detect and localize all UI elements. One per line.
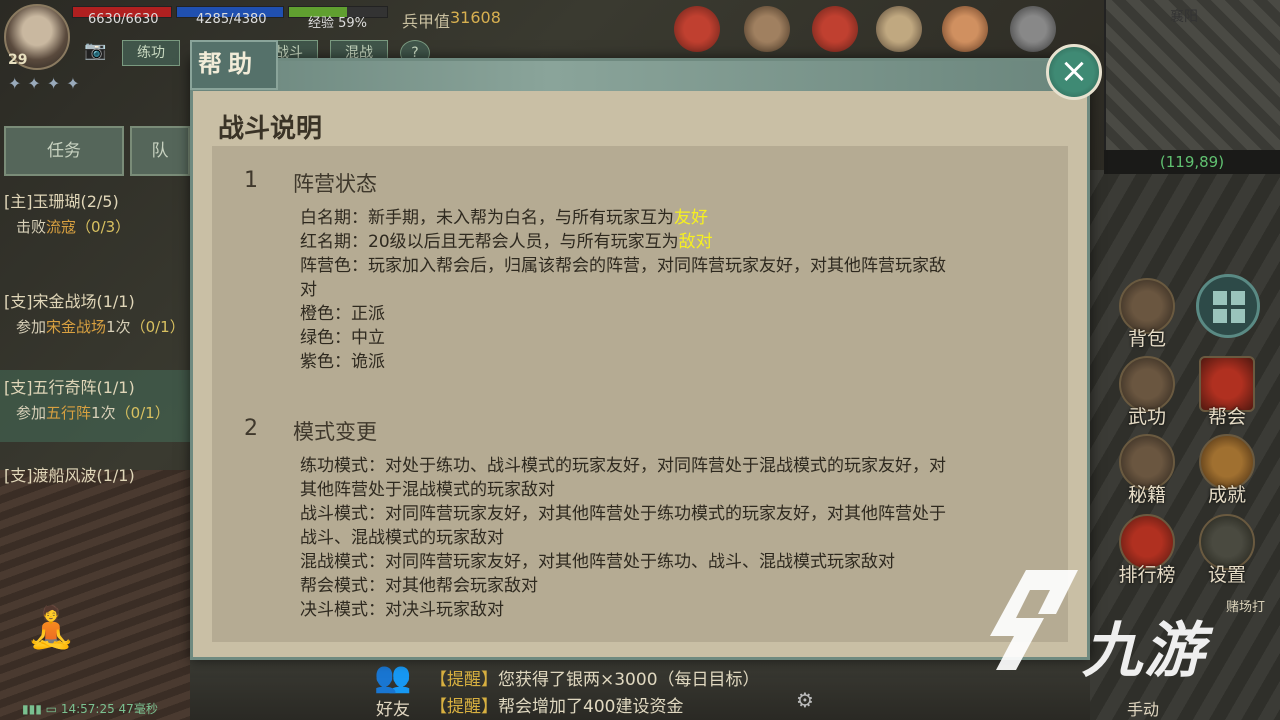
chat-log[interactable]: 【提醒】您获得了银两×3000（每日目标） 【提醒】帮会增加了400建设资金 bbox=[430, 665, 760, 719]
close-button[interactable]: × bbox=[1046, 44, 1102, 100]
secret-button[interactable]: 秘籍 bbox=[1112, 434, 1182, 507]
mp-text: 4285/4380 bbox=[196, 12, 267, 27]
meditate-icon[interactable]: 🧘 bbox=[26, 604, 78, 656]
friends-button[interactable]: 👥 好友 bbox=[368, 660, 418, 720]
section-body: 练功模式：对处于练功、战斗模式的玩家友好，对同阵营处于混战模式的玩家友好，对 其… bbox=[300, 456, 946, 620]
clock: 14:57:25 bbox=[60, 702, 115, 716]
chat-settings-gear-icon[interactable]: ⚙ bbox=[796, 688, 814, 712]
task-sub: 参加宋金战场1次（0/1） bbox=[16, 318, 185, 336]
task-title: [支]渡船风波(1/1) bbox=[4, 466, 135, 485]
friends-icon: 👥 bbox=[374, 660, 412, 695]
buff-icons: ✦✦✦✦ bbox=[8, 74, 86, 93]
bag-label: 背包 bbox=[1127, 328, 1166, 350]
ping: 47毫秒 bbox=[118, 702, 158, 716]
task-tabs: 任务 队 bbox=[0, 126, 190, 176]
minimap-place: 襄阳 bbox=[1170, 9, 1198, 25]
watermark-text: 九游 bbox=[1082, 616, 1206, 686]
section-number: 1 bbox=[244, 168, 258, 193]
task-title: [支]宋金战场(1/1) bbox=[4, 292, 135, 311]
task-sub: 参加五行阵1次（0/1） bbox=[16, 404, 170, 422]
section-heading: 阵营状态 bbox=[293, 172, 377, 196]
task-item[interactable]: [支]宋金战场(1/1) 参加宋金战场1次（0/1） bbox=[0, 288, 190, 346]
guild-label: 帮会 bbox=[1207, 406, 1246, 428]
signal-icon: ▮▮▮ bbox=[22, 702, 42, 716]
martial-label: 武功 bbox=[1127, 406, 1166, 428]
power-label: 兵甲值 bbox=[402, 12, 451, 31]
achievement-button[interactable]: 成就 bbox=[1192, 434, 1262, 507]
secret-label: 秘籍 bbox=[1127, 484, 1166, 506]
dialog-header bbox=[193, 61, 1087, 91]
watermark: 九游 bbox=[986, 566, 1246, 686]
tab-team[interactable]: 队 bbox=[130, 126, 190, 176]
task-item[interactable]: [主]玉珊瑚(2/5) 击败流寇（0/3） bbox=[0, 188, 190, 246]
task-item[interactable]: [支]渡船风波(1/1) bbox=[0, 462, 190, 490]
section-heading: 模式变更 bbox=[293, 420, 377, 444]
section-number: 2 bbox=[244, 416, 258, 441]
scroll-icon[interactable] bbox=[744, 6, 790, 52]
player-level: 29 bbox=[8, 52, 28, 68]
watermark-logo-icon bbox=[990, 570, 1078, 670]
swords-icon[interactable] bbox=[1010, 6, 1056, 52]
tab-tasks[interactable]: 任务 bbox=[4, 126, 124, 176]
martial-button[interactable]: 武功 bbox=[1112, 356, 1182, 429]
battery-icon: ▭ bbox=[45, 702, 57, 716]
xp-text: 经验 59% bbox=[308, 16, 368, 31]
task-title: [主]玉珊瑚(2/5) bbox=[4, 192, 119, 211]
chat-line: 【提醒】帮会增加了400建设资金 bbox=[430, 697, 684, 717]
achievement-label: 成就 bbox=[1207, 484, 1246, 506]
hp-text: 6630/6630 bbox=[88, 12, 159, 27]
menu-grid-button[interactable] bbox=[1196, 274, 1260, 338]
scene-roof bbox=[0, 470, 200, 720]
chat-line: 【提醒】您获得了银两×3000（每日目标） bbox=[430, 670, 760, 690]
task-title: [支]五行奇阵(1/1) bbox=[4, 378, 135, 397]
task-item[interactable]: [支]五行奇阵(1/1) 参加五行阵1次（0/1） bbox=[0, 370, 190, 442]
section-body: 白名期：新手期，未入帮为白名，与所有玩家互为友好 红名期：20级以后且无帮会人员… bbox=[300, 208, 946, 372]
manual-label: 手动 bbox=[1126, 700, 1159, 719]
letter-icon[interactable] bbox=[876, 6, 922, 52]
power-value: 31608 bbox=[450, 8, 501, 27]
status-bar: ▮▮▮ ▭ 14:57:25 47毫秒 bbox=[22, 700, 158, 717]
gift-icon[interactable] bbox=[674, 6, 720, 52]
dialog-title: 战斗说明 bbox=[218, 114, 323, 144]
guild-button[interactable]: 帮会 bbox=[1192, 356, 1262, 429]
practice-mode-button[interactable]: 练功 bbox=[122, 40, 180, 66]
friends-label: 好友 bbox=[376, 700, 410, 720]
dialog-tab-title: 帮助 bbox=[198, 49, 258, 78]
task-sub: 击败流寇（0/3） bbox=[16, 218, 131, 236]
coordinates: (119,89) bbox=[1104, 150, 1280, 174]
camera-icon[interactable]: 📷 bbox=[84, 40, 110, 62]
bag-button[interactable]: 背包 bbox=[1112, 278, 1182, 351]
warrior-icon[interactable] bbox=[942, 6, 988, 52]
hero-badge-icon[interactable] bbox=[812, 6, 858, 52]
